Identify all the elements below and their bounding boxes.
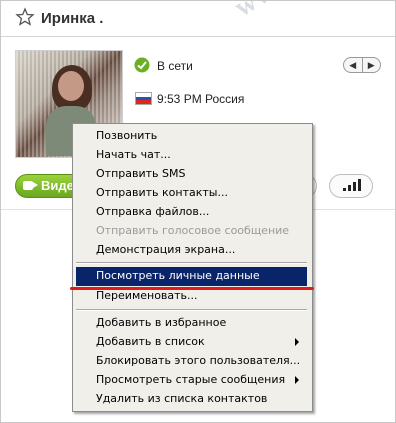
submenu-arrow-icon [295,338,299,346]
menu-item-block-user[interactable]: Блокировать этого пользователя... [96,352,300,370]
menu-item-start-chat[interactable]: Начать чат... [96,146,171,164]
signal-bar-icon [358,179,361,191]
signal-bar-icon [348,185,351,191]
menu-item-send-sms[interactable]: Отправить SMS [96,165,185,183]
signal-bar-icon [353,182,356,191]
menu-item-send-voicemail: Отправить голосовое сообщение [96,224,290,237]
online-status-icon [134,57,150,73]
profile-nav-arrows[interactable]: ◀ ▶ [343,57,381,73]
menu-item-view-profile[interactable]: Посмотреть личные данные [96,267,260,285]
menu-item-screen-share[interactable]: Демонстрация экрана... [96,241,235,259]
avatar-face [58,71,84,101]
annotation-underline [70,287,314,290]
presence-status: В сети [157,59,193,73]
next-arrow-icon[interactable]: ▶ [363,58,381,72]
contact-header: Иринка . [1,1,395,37]
previous-arrow-icon[interactable]: ◀ [344,58,363,72]
menu-item-add-to-list[interactable]: Добавить в список [96,333,205,351]
favorite-star-icon[interactable] [15,7,35,27]
menu-separator [76,262,307,264]
local-time: 9:53 PM Россия [157,92,245,106]
russia-flag-icon [135,92,152,105]
contact-name: Иринка . [41,10,104,27]
signal-bar-icon [343,188,346,191]
contact-context-menu: Позвонить Начать чат... Отправить SMS От… [72,123,313,412]
call-quality-button[interactable] [329,174,373,198]
submenu-arrow-icon [295,376,299,384]
video-call-label: Виде [41,178,74,193]
menu-separator [76,309,307,311]
menu-item-call[interactable]: Позвонить [96,127,157,145]
menu-item-view-old-messages[interactable]: Просмотреть старые сообщения [96,371,285,389]
menu-item-send-files[interactable]: Отправка файлов... [96,203,209,221]
menu-item-send-contacts[interactable]: Отправить контакты... [96,184,228,202]
menu-item-remove-contact[interactable]: Удалить из списка контактов [96,390,267,408]
menu-item-add-favorites[interactable]: Добавить в избранное [96,314,226,332]
video-camera-icon [23,181,38,190]
